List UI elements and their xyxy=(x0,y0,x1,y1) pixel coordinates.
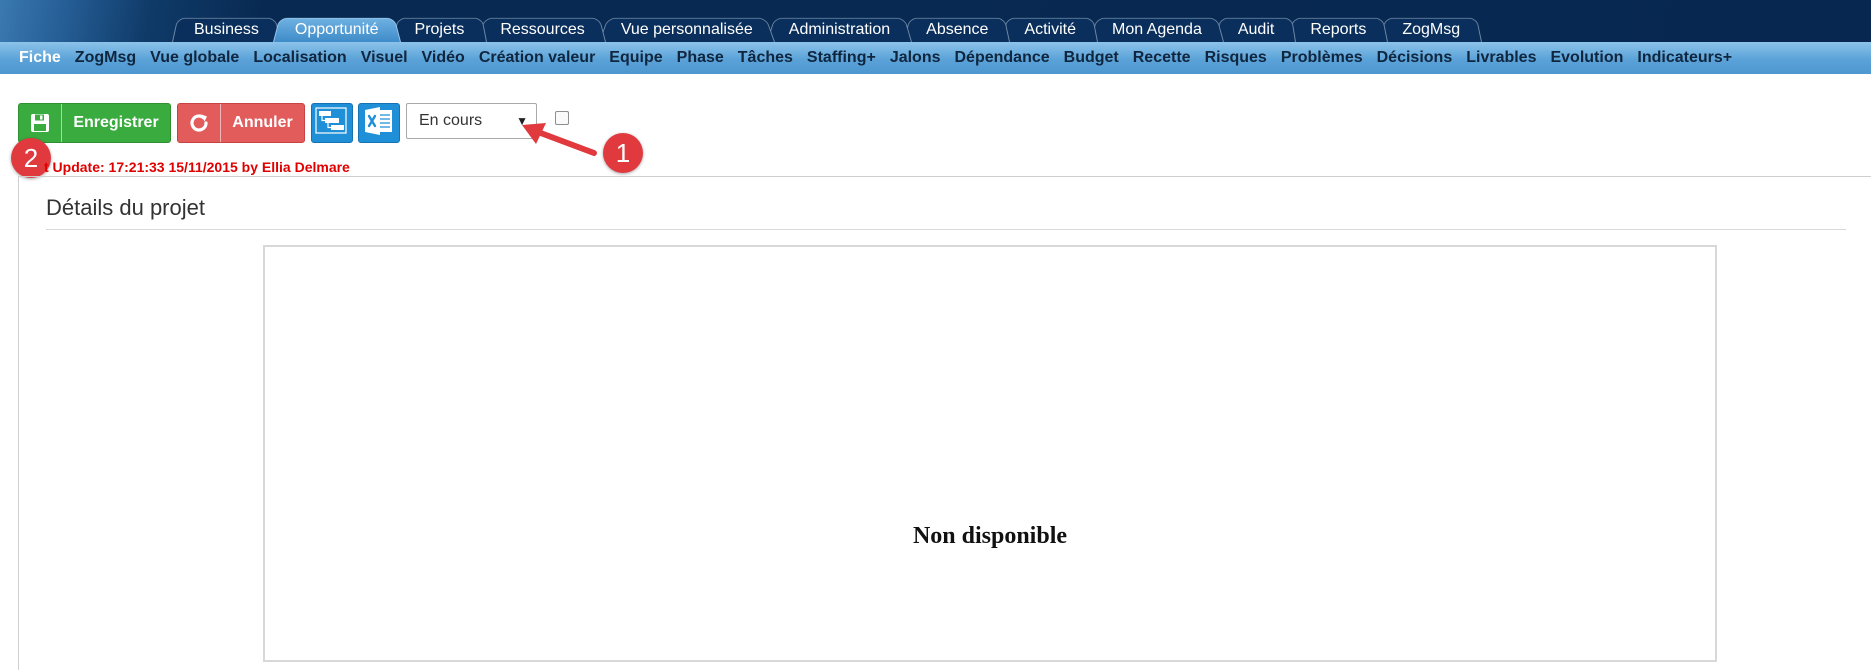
excel-icon xyxy=(363,106,395,141)
sub-menu-item-budget[interactable]: Budget xyxy=(1057,49,1126,67)
sub-menu-item-localisation[interactable]: Localisation xyxy=(246,49,353,67)
sub-menu-item-equipe[interactable]: Equipe xyxy=(602,49,669,67)
gantt-chart-icon xyxy=(315,106,349,141)
save-button[interactable]: Enregistrer xyxy=(18,103,171,143)
top-tab-vue-personnalis-e[interactable]: Vue personnalisée xyxy=(598,15,775,42)
content-divider xyxy=(18,176,1871,177)
content-left-border xyxy=(18,176,19,670)
top-tab-label: Opportunité xyxy=(294,21,379,38)
top-tab-label: Projets xyxy=(414,21,465,38)
sub-menu-item-fiche[interactable]: Fiche xyxy=(12,49,68,67)
sub-menu-item-t-ches[interactable]: Tâches xyxy=(731,49,800,67)
top-tab-administration[interactable]: Administration xyxy=(766,15,913,42)
top-tab-ressources[interactable]: Ressources xyxy=(478,15,607,42)
sub-menu-item-recette[interactable]: Recette xyxy=(1126,49,1198,67)
sub-menu-item-cr-ation-valeur[interactable]: Création valeur xyxy=(472,49,602,67)
cancel-button-label: Annuler xyxy=(232,114,293,131)
top-tab-label: Reports xyxy=(1310,21,1367,38)
top-tab-projets[interactable]: Projets xyxy=(392,15,487,42)
sub-menu-item-vid-o[interactable]: Vidéo xyxy=(415,49,472,67)
cancel-button[interactable]: Annuler xyxy=(177,103,305,143)
section-title-underline xyxy=(46,229,1846,230)
sub-menu-item-zogmsg[interactable]: ZogMsg xyxy=(68,49,143,67)
sub-menu-item-evolution[interactable]: Evolution xyxy=(1543,49,1630,67)
sub-menu-item-vue-globale[interactable]: Vue globale xyxy=(143,49,246,67)
top-tab-label: Ressources xyxy=(500,21,585,38)
top-tab-label: Administration xyxy=(788,21,891,38)
top-tab-reports[interactable]: Reports xyxy=(1288,15,1389,42)
top-tab-zogmsg[interactable]: ZogMsg xyxy=(1380,15,1483,42)
not-available-text: Non disponible xyxy=(912,523,1068,549)
floppy-disk-icon xyxy=(19,104,62,142)
refresh-icon xyxy=(178,104,221,142)
top-tab-label: Activité xyxy=(1024,21,1076,38)
top-tabs: Business Opportunité Projets Ressources Vue … xyxy=(172,15,1483,42)
sub-menu-item-visuel[interactable]: Visuel xyxy=(354,49,415,67)
sub-menu-item-jalons[interactable]: Jalons xyxy=(883,49,948,67)
top-tab-activit-[interactable]: Activité xyxy=(1002,15,1098,42)
callout-arrow-icon xyxy=(522,123,597,156)
sub-menu-item-phase[interactable]: Phase xyxy=(670,49,731,67)
top-tab-absence[interactable]: Absence xyxy=(904,15,1011,42)
status-select-value: En cours xyxy=(419,112,483,129)
sub-menu-item-risques[interactable]: Risques xyxy=(1198,49,1274,67)
gantt-button[interactable] xyxy=(311,103,353,143)
top-tab-label: Absence xyxy=(926,21,989,38)
top-tab-label: ZogMsg xyxy=(1402,21,1461,38)
save-button-label: Enregistrer xyxy=(73,114,159,131)
top-tab-mon-agenda[interactable]: Mon Agenda xyxy=(1089,15,1224,42)
top-tab-label: Business xyxy=(194,21,259,38)
top-tab-label: Vue personnalisée xyxy=(620,21,753,38)
top-tab-business[interactable]: Business xyxy=(172,15,281,42)
top-tab-opportunit-[interactable]: Opportunité xyxy=(272,15,401,42)
sub-menu-item-staffing-[interactable]: Staffing+ xyxy=(800,49,883,67)
project-details-panel: Non disponible xyxy=(263,245,1717,662)
top-tab-audit[interactable]: Audit xyxy=(1215,15,1297,42)
last-update-text: t Update: 17:21:33 15/11/2015 by Ellia D… xyxy=(44,159,350,175)
section-title: Détails du projet xyxy=(46,195,205,220)
sub-menu-item-indicateurs-[interactable]: Indicateurs+ xyxy=(1630,49,1739,67)
status-select[interactable]: En cours ▼ xyxy=(406,103,537,139)
top-navigation-bar: Business Opportunité Projets Ressources Vue … xyxy=(0,0,1871,42)
top-tab-label: Audit xyxy=(1237,21,1275,38)
sub-menu-item-livrables[interactable]: Livrables xyxy=(1459,49,1543,67)
sub-menu-item-d-pendance[interactable]: Dépendance xyxy=(948,49,1057,67)
sub-menu-item-probl-mes[interactable]: Problèmes xyxy=(1274,49,1370,67)
callout-badge-1: 1 xyxy=(603,133,643,173)
sub-menu-item-d-cisions[interactable]: Décisions xyxy=(1370,49,1460,67)
sub-menu: Fiche ZogMsg Vue globale Localisation Visuel… xyxy=(0,42,1871,74)
excel-export-button[interactable] xyxy=(358,103,400,143)
top-tab-label: Mon Agenda xyxy=(1111,21,1202,38)
